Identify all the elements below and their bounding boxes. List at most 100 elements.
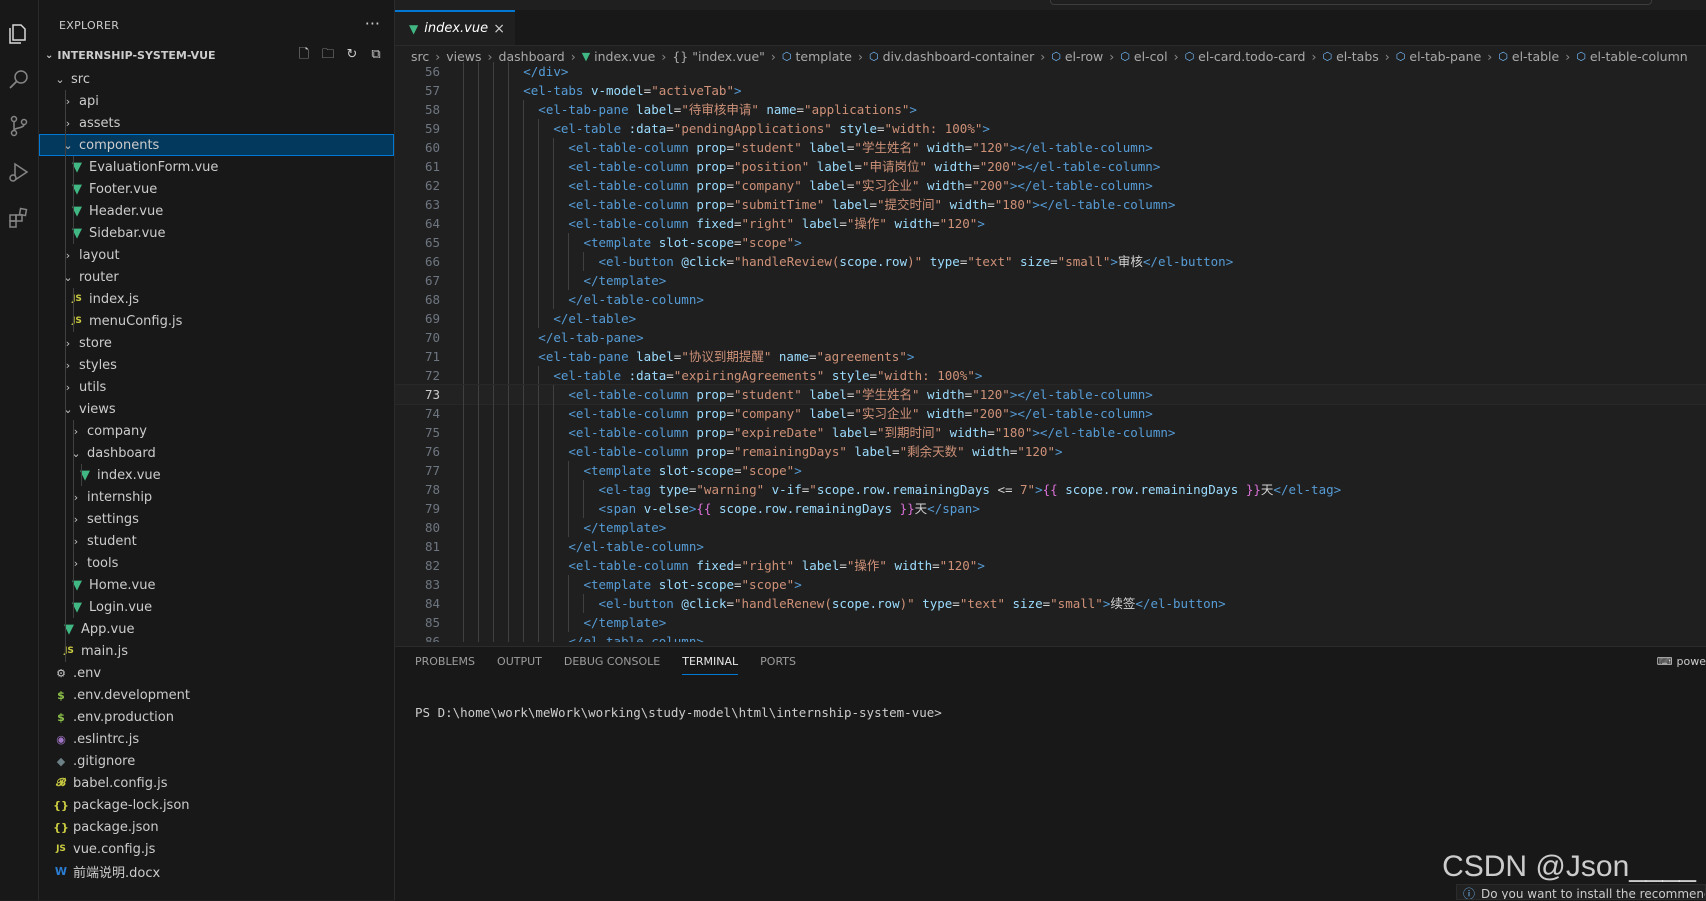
chevron-right-icon[interactable]: ›: [61, 337, 75, 350]
chevron-right-icon[interactable]: ›: [61, 117, 75, 130]
terminal-prompt[interactable]: PS D:\home\work\meWork\working\study-mod…: [415, 705, 942, 720]
code-line[interactable]: 76 <el-table-column prop="remainingDays" …: [395, 442, 1706, 461]
code-line[interactable]: 80 </template>: [395, 518, 1706, 537]
panel-tab-problems[interactable]: PROBLEMS: [415, 655, 475, 675]
extensions-icon[interactable]: [3, 202, 35, 234]
code-line[interactable]: 61 <el-table-column prop="position" label…: [395, 157, 1706, 176]
folder-item[interactable]: › internship: [39, 486, 394, 508]
run-debug-icon[interactable]: [3, 156, 35, 188]
chevron-right-icon[interactable]: ›: [61, 249, 75, 262]
collapse-all-icon[interactable]: ⧉: [368, 47, 384, 63]
code-line[interactable]: 58 <el-tab-pane label="待审核申请" name="appli…: [395, 100, 1706, 119]
command-center[interactable]: [1050, 0, 1652, 5]
folder-item[interactable]: ⌄ components: [39, 134, 394, 156]
panel-tab-output[interactable]: OUTPUT: [497, 655, 542, 675]
file-item[interactable]: $ .env.development: [39, 684, 394, 706]
folder-item[interactable]: › company: [39, 420, 394, 442]
chevron-right-icon[interactable]: ›: [69, 513, 83, 526]
folder-item[interactable]: › store: [39, 332, 394, 354]
file-item[interactable]: {} package.json: [39, 816, 394, 838]
code-line[interactable]: 73 <el-table-column prop="student" label=…: [395, 384, 1706, 405]
editor-tab-index-vue[interactable]: ▼ index.vue ×: [395, 10, 515, 45]
chevron-right-icon[interactable]: ›: [69, 425, 83, 438]
file-item[interactable]: ▼ Home.vue: [39, 574, 394, 596]
file-item[interactable]: W 前端说明.docx: [39, 860, 394, 882]
file-item[interactable]: JS menuConfig.js: [39, 310, 394, 332]
chevron-down-icon[interactable]: ⌄: [61, 271, 75, 284]
code-line[interactable]: 63 <el-table-column prop="submitTime" lab…: [395, 195, 1706, 214]
new-file-icon[interactable]: 🗋: [296, 47, 312, 63]
code-line[interactable]: 86 </el-table-column>: [395, 632, 1706, 642]
file-item[interactable]: ◆ .gitignore: [39, 750, 394, 772]
code-line[interactable]: 72 <el-table :data="expiringAgreements" s…: [395, 366, 1706, 385]
file-item[interactable]: {} package-lock.json: [39, 794, 394, 816]
notification-toast[interactable]: ⓘ Do you want to install the recommende: [1456, 884, 1706, 900]
chevron-right-icon[interactable]: ›: [61, 359, 75, 372]
folder-item[interactable]: ⌄ src: [39, 68, 394, 90]
file-item[interactable]: $ .env.production: [39, 706, 394, 728]
code-line[interactable]: 83 <template slot-scope="scope">: [395, 575, 1706, 594]
folder-item[interactable]: › styles: [39, 354, 394, 376]
file-item[interactable]: ▼ EvaluationForm.vue: [39, 156, 394, 178]
more-actions-icon[interactable]: ···: [365, 14, 380, 33]
code-line[interactable]: 64 <el-table-column fixed="right" label="…: [395, 214, 1706, 233]
folder-item[interactable]: ⌄ router: [39, 266, 394, 288]
file-item[interactable]: JS main.js: [39, 640, 394, 662]
file-item[interactable]: ▼ Footer.vue: [39, 178, 394, 200]
file-item[interactable]: ▼ Sidebar.vue: [39, 222, 394, 244]
folder-item[interactable]: › utils: [39, 376, 394, 398]
folder-item[interactable]: › student: [39, 530, 394, 552]
folder-item[interactable]: › assets: [39, 112, 394, 134]
file-item[interactable]: ⚙ .env: [39, 662, 394, 684]
file-item[interactable]: JS index.js: [39, 288, 394, 310]
file-item[interactable]: ◉ .eslintrc.js: [39, 728, 394, 750]
explorer-icon[interactable]: [3, 18, 35, 50]
folder-item[interactable]: › layout: [39, 244, 394, 266]
code-line[interactable]: 82 <el-table-column fixed="right" label="…: [395, 556, 1706, 575]
code-line[interactable]: 60 <el-table-column prop="student" label=…: [395, 138, 1706, 157]
terminal-instance[interactable]: ⌨ powe: [1657, 655, 1706, 668]
chevron-right-icon[interactable]: ›: [61, 381, 75, 394]
chevron-down-icon[interactable]: ⌄: [61, 139, 75, 152]
code-line[interactable]: 81 </el-table-column>: [395, 537, 1706, 556]
chevron-down-icon[interactable]: ⌄: [69, 447, 83, 460]
code-editor[interactable]: 56 </div> 57 <el-tabs v-model="activeTab"> 5…: [395, 62, 1706, 642]
code-line[interactable]: 62 <el-table-column prop="company" label=…: [395, 176, 1706, 195]
refresh-icon[interactable]: ↻: [344, 47, 360, 63]
code-line[interactable]: 79 <span v-else>{{ scope.row.remainingDay…: [395, 499, 1706, 518]
new-folder-icon[interactable]: 🗀: [320, 47, 336, 63]
code-line[interactable]: 75 <el-table-column prop="expireDate" lab…: [395, 423, 1706, 442]
file-item[interactable]: JS vue.config.js: [39, 838, 394, 860]
code-line[interactable]: 84 <el-button @click="handleRenew(scope.r…: [395, 594, 1706, 613]
code-line[interactable]: 59 <el-table :data="pendingApplications" …: [395, 119, 1706, 138]
code-line[interactable]: 65 <template slot-scope="scope">: [395, 233, 1706, 252]
chevron-right-icon[interactable]: ›: [69, 491, 83, 504]
panel-tab-terminal[interactable]: TERMINAL: [682, 655, 739, 675]
panel-tab-ports[interactable]: PORTS: [760, 655, 796, 675]
folder-item[interactable]: › tools: [39, 552, 394, 574]
search-icon[interactable]: [3, 64, 35, 96]
code-line[interactable]: 71 <el-tab-pane label="协议到期提醒" name="agre…: [395, 347, 1706, 366]
folder-item[interactable]: ⌄ views: [39, 398, 394, 420]
code-line[interactable]: 77 <template slot-scope="scope">: [395, 461, 1706, 480]
close-icon[interactable]: ×: [493, 21, 505, 37]
file-item[interactable]: ▼ Login.vue: [39, 596, 394, 618]
folder-item[interactable]: › api: [39, 90, 394, 112]
panel-tab-debug-console[interactable]: DEBUG CONSOLE: [564, 655, 660, 675]
code-line[interactable]: 56 </div>: [395, 62, 1706, 81]
chevron-right-icon[interactable]: ›: [69, 557, 83, 570]
folder-item[interactable]: › settings: [39, 508, 394, 530]
chevron-right-icon[interactable]: ›: [61, 95, 75, 108]
code-line[interactable]: 66 <el-button @click="handleReview(scope.…: [395, 252, 1706, 271]
file-item[interactable]: ▼ index.vue: [39, 464, 394, 486]
code-line[interactable]: 85 </template>: [395, 613, 1706, 632]
code-line[interactable]: 70 </el-tab-pane>: [395, 328, 1706, 347]
code-line[interactable]: 69 </el-table>: [395, 309, 1706, 328]
chevron-down-icon[interactable]: ⌄: [61, 403, 75, 416]
chevron-down-icon[interactable]: ⌄: [53, 73, 67, 86]
file-item[interactable]: ▼ Header.vue: [39, 200, 394, 222]
source-control-icon[interactable]: [3, 110, 35, 142]
file-item[interactable]: ▼ App.vue: [39, 618, 394, 640]
chevron-right-icon[interactable]: ›: [69, 535, 83, 548]
code-line[interactable]: 78 <el-tag type="warning" v-if="scope.row…: [395, 480, 1706, 499]
